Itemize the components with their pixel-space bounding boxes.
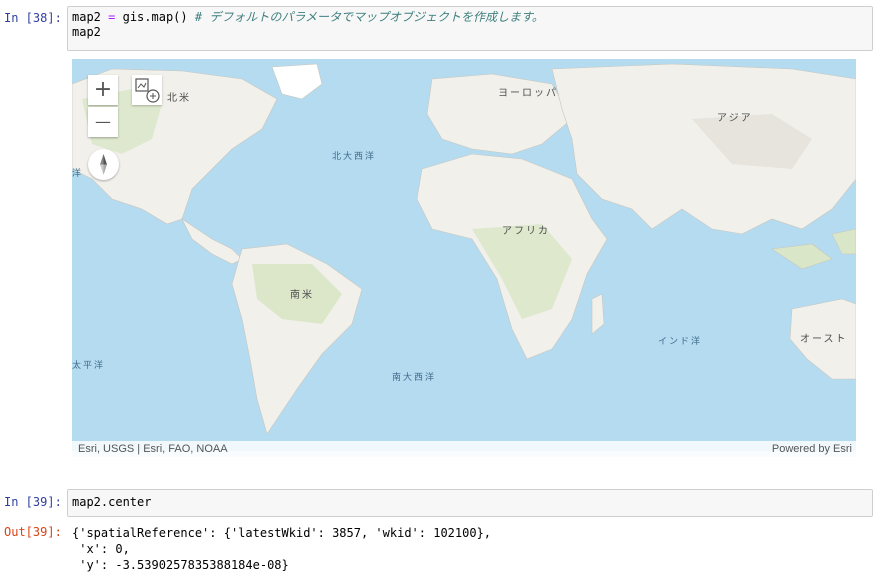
input-prompt-38: In [38]: bbox=[4, 11, 62, 25]
code-comment: # デフォルトのパラメータでマップオブジェクトを作成します。 bbox=[194, 10, 544, 24]
zoom-in-icon: + bbox=[93, 77, 113, 102]
code-call: gis.map() bbox=[122, 10, 188, 24]
basemap-widget-button[interactable] bbox=[132, 75, 162, 105]
code-line: map2 = gis.map() # デフォルトのパラメータでマップオブジェクト… bbox=[72, 10, 868, 25]
input-prompt-39: In [39]: bbox=[4, 495, 62, 509]
code-cell-38[interactable]: map2 = gis.map() # デフォルトのパラメータでマップオブジェクト… bbox=[67, 6, 873, 51]
map-label-asia: アジア bbox=[717, 113, 753, 124]
cell-output: {'spatialReference': {'latestWkid': 3857… bbox=[72, 525, 491, 573]
code-operator: = bbox=[108, 10, 116, 24]
compass-button[interactable] bbox=[88, 149, 119, 180]
map-widget[interactable]: 北米 ヨーロッパ アジア 北大西洋 アフリカ 南米 インド洋 南大西洋 洋 太平… bbox=[72, 59, 856, 457]
map-label-australia: オースト bbox=[800, 334, 848, 345]
zoom-out-button[interactable]: — bbox=[88, 107, 118, 137]
map-label-south-america: 南米 bbox=[290, 290, 314, 301]
output-line: {'spatialReference': {'latestWkid': 3857… bbox=[72, 526, 492, 540]
map-label-north-atlantic: 北大西洋 bbox=[332, 152, 377, 162]
code-line: map2 bbox=[72, 25, 101, 39]
output-prompt-39: Out[39]: bbox=[4, 525, 62, 539]
zoom-out-icon: — bbox=[95, 112, 111, 131]
code-cell-39[interactable]: map2.center bbox=[67, 489, 873, 517]
map-label-south-atlantic: 南大西洋 bbox=[392, 373, 437, 383]
output-line: 'y': -3.5390257835388184e-08} bbox=[72, 558, 289, 572]
powered-by-esri-link[interactable]: Powered by Esri bbox=[772, 441, 852, 457]
map-label-africa: アフリカ bbox=[502, 226, 550, 237]
output-line: 'x': 0, bbox=[72, 542, 130, 556]
basemap-widget-icon bbox=[135, 78, 160, 103]
map-label-europe: ヨーロッパ bbox=[498, 88, 558, 99]
code-line: map2.center bbox=[72, 495, 152, 509]
attribution-text[interactable]: Esri, USGS | Esri, FAO, NOAA bbox=[78, 441, 228, 457]
map-label-north-america: 北米 bbox=[167, 93, 191, 104]
map-label-pacific-top: 洋 bbox=[72, 169, 84, 179]
map-attribution-bar: Esri, USGS | Esri, FAO, NOAA Powered by … bbox=[72, 441, 856, 457]
map-label-pacific-bottom: 太平洋 bbox=[72, 361, 106, 371]
code-variable: map2 bbox=[72, 10, 101, 24]
zoom-in-button[interactable]: + bbox=[88, 75, 118, 105]
compass-icon bbox=[100, 154, 107, 175]
map-label-indian-ocean: インド洋 bbox=[658, 337, 703, 347]
